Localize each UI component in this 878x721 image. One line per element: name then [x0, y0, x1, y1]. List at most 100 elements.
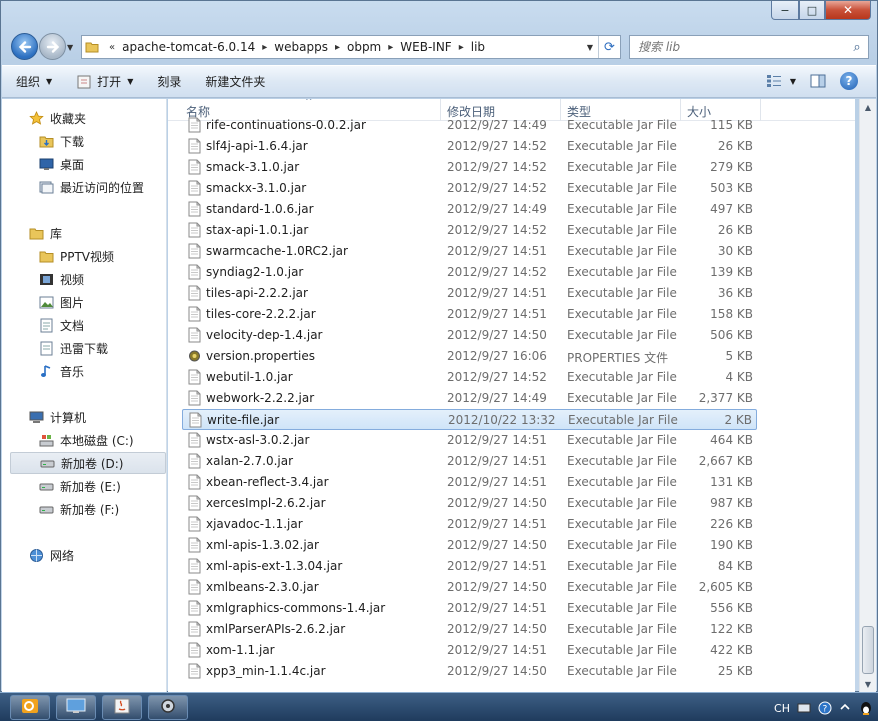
table-row[interactable]: smackx-3.1.0.jar 2012/9/27 14:52 Executabl…: [182, 178, 757, 199]
scrollbar-thumb[interactable]: [862, 626, 874, 674]
file-date: 2012/9/27 14:51: [447, 643, 547, 657]
burn-button[interactable]: 刻录: [157, 73, 181, 90]
maximize-button[interactable]: □: [799, 1, 825, 20]
sidebar-computer[interactable]: 计算机: [2, 406, 166, 428]
table-row[interactable]: slf4j-api-1.6.4.jar 2012/9/27 14:52 Execut…: [182, 136, 757, 157]
taskbar-outlook[interactable]: [10, 695, 50, 720]
keyboard-icon[interactable]: [797, 702, 811, 714]
settings-icon: [159, 697, 177, 718]
organize-menu[interactable]: 组织 ▼: [16, 73, 52, 90]
table-row[interactable]: syndiag2-1.0.jar 2012/9/27 14:52 Executabl…: [182, 262, 757, 283]
outlook-icon: [21, 697, 39, 718]
breadcrumb-item[interactable]: webapps: [274, 40, 328, 54]
preview-pane-button[interactable]: [810, 74, 826, 88]
sidebar-item-pictures[interactable]: 图片: [2, 291, 166, 313]
sidebar-favorites[interactable]: 收藏夹: [2, 107, 166, 129]
sidebar-item-drive-e[interactable]: 新加卷 (E:): [2, 475, 166, 497]
open-menu[interactable]: 打开 ▼: [76, 73, 133, 90]
minimize-button[interactable]: −: [771, 1, 799, 20]
table-row[interactable]: xbean-reflect-3.4.jar 2012/9/27 14:51 Exec…: [182, 472, 757, 493]
table-row[interactable]: xercesImpl-2.6.2.jar 2012/9/27 14:50 Execu…: [182, 493, 757, 514]
sidebar-item-videos[interactable]: 视频: [2, 268, 166, 290]
sidebar-item-thunder-downloads[interactable]: 迅雷下载: [2, 337, 166, 359]
table-row[interactable]: tiles-core-2.2.2.jar 2012/9/27 14:51 Execu…: [182, 304, 757, 325]
table-row[interactable]: xmlParserAPIs-2.6.2.jar 2012/9/27 14:50 Ex…: [182, 619, 757, 640]
recent-places-icon: [38, 179, 54, 195]
sidebar-network[interactable]: 网络: [2, 544, 166, 566]
table-row[interactable]: standard-1.0.6.jar 2012/9/27 14:49 Executa…: [182, 199, 757, 220]
breadcrumb-overflow[interactable]: «: [102, 42, 122, 53]
address-dropdown-icon[interactable]: ▼: [582, 43, 598, 52]
tray-expand-icon[interactable]: [839, 702, 851, 714]
column-divider[interactable]: [760, 99, 761, 121]
table-row[interactable]: swarmcache-1.0RC2.jar 2012/9/27 14:51 Exec…: [182, 241, 757, 262]
sidebar-libraries[interactable]: 库: [2, 222, 166, 244]
table-row[interactable]: stax-api-1.0.1.jar 2012/9/27 14:52 Executa…: [182, 220, 757, 241]
new-folder-button[interactable]: 新建文件夹: [205, 73, 265, 90]
forward-button[interactable]: [39, 33, 66, 60]
sidebar-item-drive-f[interactable]: 新加卷 (F:): [2, 498, 166, 520]
table-row[interactable]: write-file.jar 2012/10/22 13:32 Executable…: [182, 409, 757, 430]
scroll-up-icon[interactable]: ▲: [860, 99, 876, 116]
sidebar-item-label: 文档: [60, 318, 85, 333]
table-row[interactable]: xmlbeans-2.3.0.jar 2012/9/27 14:50 Executa…: [182, 577, 757, 598]
new-folder-label: 新建文件夹: [205, 75, 266, 89]
sidebar-item-pptv-video[interactable]: PPTV视频: [2, 245, 166, 267]
qq-penguin-icon[interactable]: [858, 700, 874, 716]
taskbar-remote-desktop[interactable]: [56, 695, 96, 720]
refresh-icon[interactable]: ⟳: [598, 36, 620, 58]
table-row[interactable]: webutil-1.0.jar 2012/9/27 14:52 Executable…: [182, 367, 757, 388]
sidebar-item-drive-d[interactable]: 新加卷 (D:): [10, 452, 166, 474]
view-options-button[interactable]: ▼: [766, 74, 796, 88]
sidebar-item-recent-places[interactable]: 最近访问的位置: [2, 176, 166, 198]
breadcrumb-separator[interactable]: ▸: [452, 42, 471, 53]
sidebar-item-documents[interactable]: 文档: [2, 314, 166, 336]
back-arrow-icon: [18, 40, 31, 53]
file-type: Executable Jar File: [567, 538, 677, 552]
file-name: syndiag2-1.0.jar: [206, 265, 304, 279]
breadcrumb-item[interactable]: obpm: [347, 40, 381, 54]
input-language-indicator[interactable]: CH: [774, 702, 790, 715]
scroll-down-icon[interactable]: ▼: [860, 676, 876, 693]
breadcrumb-item[interactable]: apache-tomcat-6.0.14: [122, 40, 255, 54]
history-dropdown-icon[interactable]: ▼: [67, 43, 73, 52]
table-row[interactable]: xalan-2.7.0.jar 2012/9/27 14:51 Executable…: [182, 451, 757, 472]
taskbar-java[interactable]: [102, 695, 142, 720]
table-row[interactable]: velocity-dep-1.4.jar 2012/9/27 14:50 Execu…: [182, 325, 757, 346]
help-icon[interactable]: ?: [818, 701, 832, 715]
table-row[interactable]: xmlgraphics-commons-1.4.jar 2012/9/27 14:…: [182, 598, 757, 619]
back-button[interactable]: [11, 33, 38, 60]
table-row[interactable]: xpp3_min-1.1.4c.jar 2012/9/27 14:50 Execut…: [182, 661, 757, 682]
sidebar-item-music[interactable]: 音乐: [2, 360, 166, 382]
table-row[interactable]: version.properties 2012/9/27 16:06 PROPERT…: [182, 346, 757, 367]
sidebar-item-desktop[interactable]: 桌面: [2, 153, 166, 175]
breadcrumb-separator[interactable]: ▸: [381, 42, 400, 53]
breadcrumb-separator[interactable]: ▸: [255, 42, 274, 53]
table-row[interactable]: rife-continuations-0.0.2.jar 2012/9/27 14…: [182, 115, 757, 136]
table-row[interactable]: smack-3.1.0.jar 2012/9/27 14:52 Executable…: [182, 157, 757, 178]
vertical-scrollbar[interactable]: ▲ ▼: [859, 99, 876, 693]
table-row[interactable]: wstx-asl-3.0.2.jar 2012/9/27 14:51 Executa…: [182, 430, 757, 451]
table-row[interactable]: xom-1.1.jar 2012/9/27 14:51 Executable Jar…: [182, 640, 757, 661]
table-row[interactable]: xjavadoc-1.1.jar 2012/9/27 14:51 Executabl…: [182, 514, 757, 535]
taskbar-settings[interactable]: [148, 695, 188, 720]
search-box[interactable]: ⌕: [629, 35, 869, 59]
jar-file-icon: [188, 558, 201, 574]
breadcrumb-item[interactable]: WEB-INF: [400, 40, 451, 54]
help-button[interactable]: ?: [840, 72, 858, 90]
sidebar-item-downloads[interactable]: 下载: [2, 130, 166, 152]
search-input[interactable]: [638, 40, 846, 54]
table-row[interactable]: tiles-api-2.2.2.jar 2012/9/27 14:51 Execut…: [182, 283, 757, 304]
table-row[interactable]: webwork-2.2.2.jar 2012/9/27 14:49 Executab…: [182, 388, 757, 409]
address-bar[interactable]: « apache-tomcat-6.0.14 ▸ webapps ▸ obpm …: [81, 35, 621, 59]
search-icon[interactable]: ⌕: [846, 40, 868, 55]
file-size: 26 KB: [717, 139, 753, 153]
breadcrumb-item[interactable]: lib: [471, 40, 485, 54]
table-row[interactable]: xml-apis-1.3.02.jar 2012/9/27 14:50 Execut…: [182, 535, 757, 556]
jar-file-icon: [188, 621, 201, 637]
sidebar-item-drive-c[interactable]: 本地磁盘 (C:): [2, 429, 166, 451]
close-button[interactable]: ✕: [825, 1, 871, 20]
table-row[interactable]: xml-apis-ext-1.3.04.jar 2012/9/27 14:51 Ex…: [182, 556, 757, 577]
system-drive-icon: [38, 432, 54, 448]
breadcrumb-separator[interactable]: ▸: [328, 42, 347, 53]
